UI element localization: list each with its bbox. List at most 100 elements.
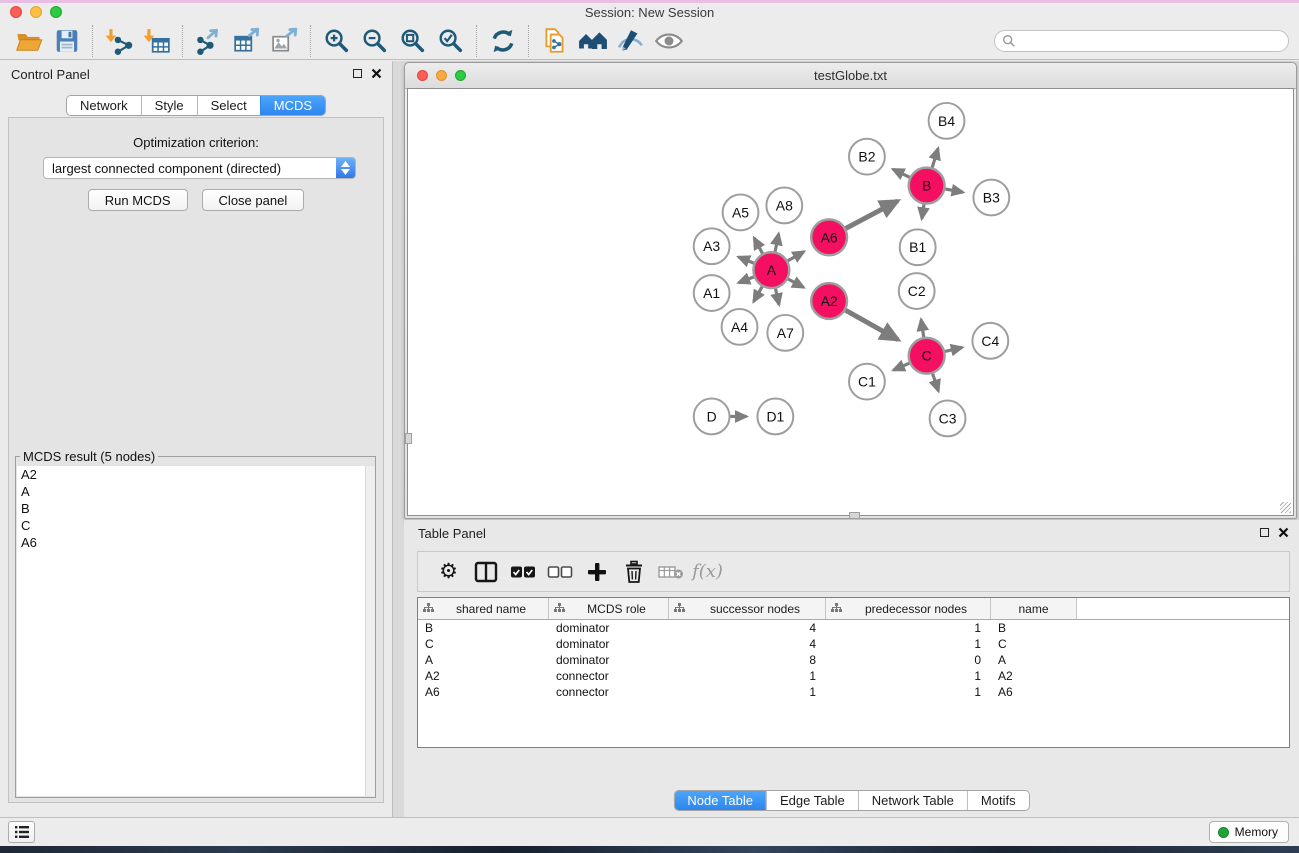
table-panel-window-controls	[1260, 527, 1289, 538]
column-header-successor-nodes[interactable]: successor nodes	[669, 598, 826, 619]
export-network-button[interactable]	[190, 24, 228, 58]
show-graphics-details-button[interactable]	[650, 24, 688, 58]
mcds-result-item[interactable]: A6	[17, 534, 374, 551]
graph-node-D[interactable]: D	[694, 399, 730, 435]
split-pane-grip-bottom[interactable]	[849, 512, 860, 519]
function-builder-button-disabled: f(x)	[689, 556, 726, 588]
select-all-button[interactable]	[504, 556, 541, 588]
graph-node-label: B4	[938, 113, 955, 129]
tab-node-table[interactable]: Node Table	[674, 791, 766, 810]
shared-attribute-icon	[554, 602, 565, 616]
tab-network[interactable]: Network	[67, 96, 141, 115]
dropdown-stepper[interactable]	[336, 158, 355, 178]
memory-button[interactable]: Memory	[1209, 821, 1289, 843]
tab-style[interactable]: Style	[141, 96, 197, 115]
table-row[interactable]: A6connector11A6	[418, 684, 1289, 700]
window-resize-grip[interactable]	[1280, 502, 1291, 513]
search-box[interactable]	[994, 30, 1289, 52]
graph-edge-B-B4[interactable]	[931, 148, 938, 170]
column-header-shared-name[interactable]: shared name	[418, 598, 549, 619]
open-session-button[interactable]	[10, 24, 48, 58]
tab-mcds[interactable]: MCDS	[260, 96, 325, 115]
run-mcds-button[interactable]: Run MCDS	[88, 189, 188, 211]
graph-node-C2[interactable]: C2	[899, 273, 935, 309]
table-row[interactable]: Cdominator41C	[418, 636, 1289, 652]
graph-node-C3[interactable]: C3	[930, 401, 966, 437]
export-table-button[interactable]	[228, 24, 266, 58]
save-session-button[interactable]	[48, 24, 86, 58]
mcds-result-item[interactable]: B	[17, 500, 374, 517]
column-header-label: successor nodes	[685, 602, 825, 616]
mcds-list-scrollbar[interactable]	[365, 466, 375, 796]
node-attribute-table[interactable]: shared nameMCDS role successor nodesprede…	[417, 597, 1290, 748]
tab-motifs[interactable]: Motifs	[967, 791, 1029, 810]
hide-graphics-details-button[interactable]	[612, 24, 650, 58]
deselect-all-button[interactable]	[541, 556, 578, 588]
table-row[interactable]: A2connector11A2	[418, 668, 1289, 684]
graph-node-A[interactable]: A	[753, 252, 789, 288]
zoom-in-button[interactable]	[318, 24, 356, 58]
tab-edge-table[interactable]: Edge Table	[766, 791, 858, 810]
graph-node-A8[interactable]: A8	[766, 188, 802, 224]
zoom-selected-button[interactable]	[432, 24, 470, 58]
export-image-button[interactable]	[266, 24, 304, 58]
table-settings-button[interactable]: ⚙	[430, 556, 467, 588]
column-header-name[interactable]: name	[991, 598, 1077, 619]
column-header-predecessor-nodes[interactable]: predecessor nodes	[826, 598, 991, 619]
close-panel-icon[interactable]	[1278, 527, 1289, 538]
zoom-fit-button[interactable]	[394, 24, 432, 58]
graph-edge-A6-B[interactable]	[843, 201, 897, 230]
column-header-MCDS-role[interactable]: MCDS role	[549, 598, 669, 619]
graph-node-B2[interactable]: B2	[849, 139, 885, 175]
graph-node-A2[interactable]: A2	[811, 283, 847, 319]
tab-network-table[interactable]: Network Table	[858, 791, 967, 810]
close-panel-button[interactable]: Close panel	[202, 189, 305, 211]
split-pane-grip-left[interactable]	[405, 433, 412, 444]
tab-select[interactable]: Select	[197, 96, 260, 115]
zoom-out-button[interactable]	[356, 24, 394, 58]
graph-node-A5[interactable]: A5	[723, 195, 759, 231]
mcds-result-list[interactable]: A2ABCA6	[17, 466, 374, 796]
graph-node-C1[interactable]: C1	[849, 364, 885, 400]
graph-node-A4[interactable]: A4	[722, 309, 758, 345]
home-layout-button[interactable]	[574, 24, 612, 58]
float-panel-icon[interactable]	[1260, 528, 1269, 537]
graph-node-C4[interactable]: C4	[972, 323, 1008, 359]
graph-edge-A2-C[interactable]	[843, 309, 898, 340]
import-table-button[interactable]	[138, 24, 176, 58]
graph-node-A7[interactable]: A7	[767, 315, 803, 351]
mcds-result-item[interactable]: A2	[17, 466, 374, 483]
float-panel-icon[interactable]	[353, 69, 362, 78]
double-home-icon	[578, 28, 608, 54]
column-layout-button[interactable]	[467, 556, 504, 588]
graph-node-B1[interactable]: B1	[900, 229, 936, 265]
mcds-result-item[interactable]: C	[17, 517, 374, 534]
task-history-button[interactable]	[8, 821, 35, 843]
network-view-window: testGlobe.txt AA1A3A5A8A6A2A4A7BB1B2B3B4…	[404, 62, 1297, 519]
graph-node-A1[interactable]: A1	[694, 275, 730, 311]
table-cell: A	[418, 653, 549, 667]
graph-node-B4[interactable]: B4	[929, 103, 965, 139]
close-panel-icon[interactable]	[371, 68, 382, 79]
add-column-button[interactable]	[578, 556, 615, 588]
graph-node-A6[interactable]: A6	[811, 219, 847, 255]
graph-node-D1[interactable]: D1	[757, 399, 793, 435]
table-row[interactable]: Bdominator41B	[418, 620, 1289, 636]
graph-edge-A-A6[interactable]	[785, 252, 804, 263]
network-canvas[interactable]: A A1 A3A5A8A6 A2 A4A7 B B1 B2 B3 B4 C C1 C2 C3 C4 D D1	[407, 88, 1294, 516]
search-input[interactable]	[1020, 33, 1288, 49]
graph-node-B[interactable]: B	[909, 168, 945, 204]
import-network-button[interactable]	[100, 24, 138, 58]
graph-node-B3[interactable]: B3	[973, 180, 1009, 216]
network-graph[interactable]: A A1 A3A5A8A6 A2 A4A7 B B1 B2 B3 B4 C C1 C2 C3 C4 D D1	[408, 89, 1293, 515]
table-row[interactable]: Adominator80A	[418, 652, 1289, 668]
optimization-criterion-dropdown[interactable]: largest connected component (directed)	[43, 157, 356, 179]
mcds-result-item[interactable]: A	[17, 483, 374, 500]
graph-node-C[interactable]: C	[909, 338, 945, 374]
refresh-button[interactable]	[484, 24, 522, 58]
graph-node-label: C3	[939, 410, 957, 426]
graph-node-A3[interactable]: A3	[694, 228, 730, 264]
delete-column-button[interactable]	[615, 556, 652, 588]
memory-label: Memory	[1235, 825, 1278, 839]
clone-network-button[interactable]	[536, 24, 574, 58]
